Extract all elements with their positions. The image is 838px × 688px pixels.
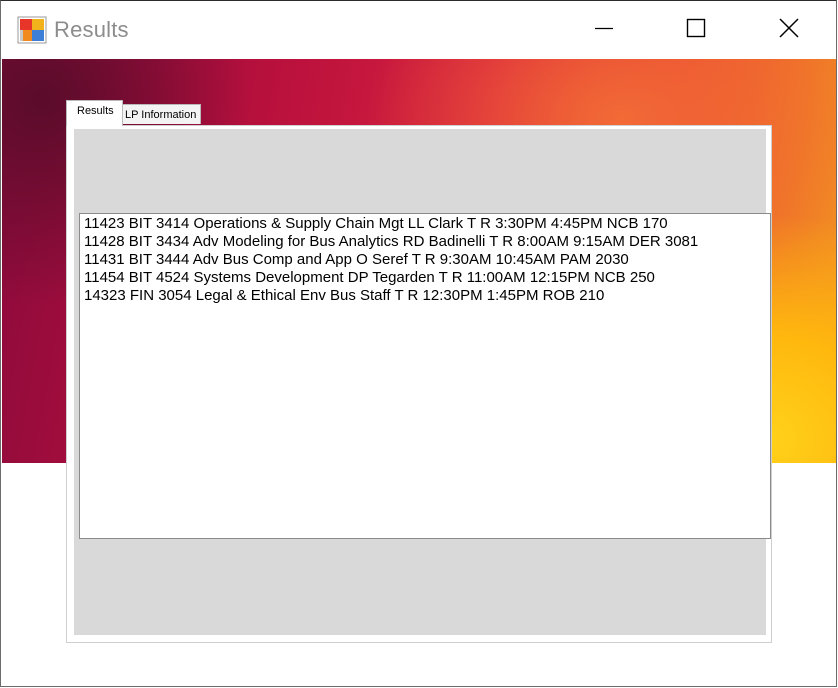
list-item[interactable]: 14323 FIN 3054 Legal & Ethical Env Bus S… — [80, 287, 770, 305]
maximize-button[interactable] — [650, 2, 742, 59]
results-panel: 11423 BIT 3414 Operations & Supply Chain… — [74, 129, 771, 635]
results-tab-page: 11423 BIT 3414 Operations & Supply Chain… — [66, 125, 772, 643]
minimize-button[interactable] — [558, 2, 650, 59]
maximize-icon — [686, 18, 706, 43]
tab-lp-information[interactable]: LP Information — [120, 104, 202, 124]
list-item[interactable]: 11431 BIT 3444 Adv Bus Comp and App O Se… — [80, 251, 770, 269]
results-window: Results Results LP Information 11423 BIT… — [0, 0, 837, 687]
minimize-icon — [594, 18, 614, 43]
results-list: 11423 BIT 3414 Operations & Supply Chain… — [80, 214, 770, 305]
results-listbox[interactable]: 11423 BIT 3414 Operations & Supply Chain… — [79, 213, 771, 539]
window-title: Results — [54, 17, 129, 42]
app-window-icon — [17, 16, 47, 44]
list-item[interactable]: 11428 BIT 3434 Adv Modeling for Bus Anal… — [80, 233, 770, 251]
list-item[interactable]: 11454 BIT 4524 Systems Development DP Te… — [80, 269, 770, 287]
close-button[interactable] — [743, 2, 835, 59]
tab-results[interactable]: Results — [66, 100, 123, 126]
window-client-area: Results LP Information 11423 BIT 3414 Op… — [2, 59, 836, 686]
title-bar[interactable]: Results — [1, 1, 836, 59]
list-item[interactable]: 11423 BIT 3414 Operations & Supply Chain… — [80, 215, 770, 233]
close-icon — [778, 17, 800, 44]
